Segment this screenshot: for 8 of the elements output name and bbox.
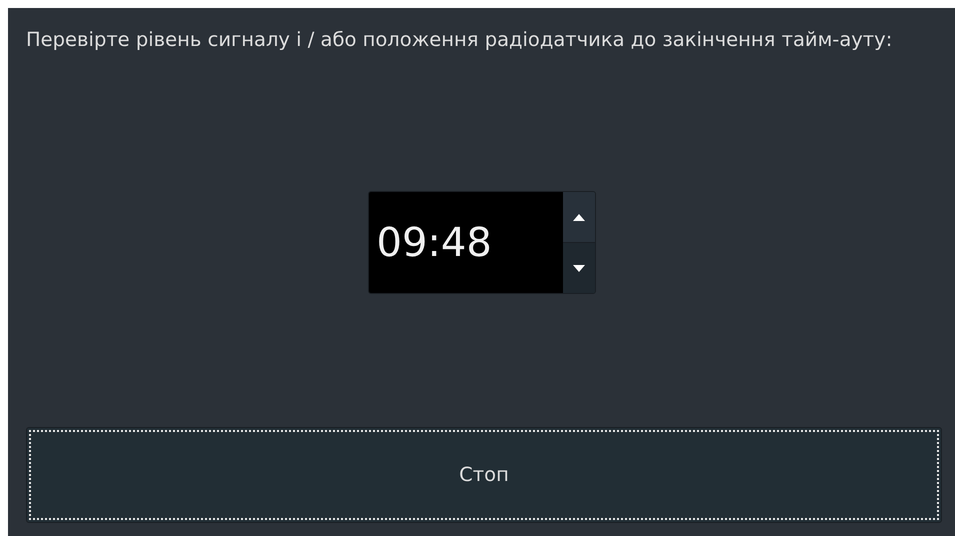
time-spinner[interactable]: 09:48 xyxy=(368,191,596,294)
instruction-text: Перевірте рівень сигналу і / або положення радіодатчика до закінчення тайм-ауту: xyxy=(26,28,892,52)
up-triangle-icon xyxy=(572,214,584,220)
stop-button[interactable]: Стоп xyxy=(26,427,942,523)
decrement-button[interactable] xyxy=(562,243,594,293)
increment-button[interactable] xyxy=(562,192,594,243)
down-triangle-icon xyxy=(572,264,584,272)
time-field[interactable]: 09:48 xyxy=(368,192,562,293)
